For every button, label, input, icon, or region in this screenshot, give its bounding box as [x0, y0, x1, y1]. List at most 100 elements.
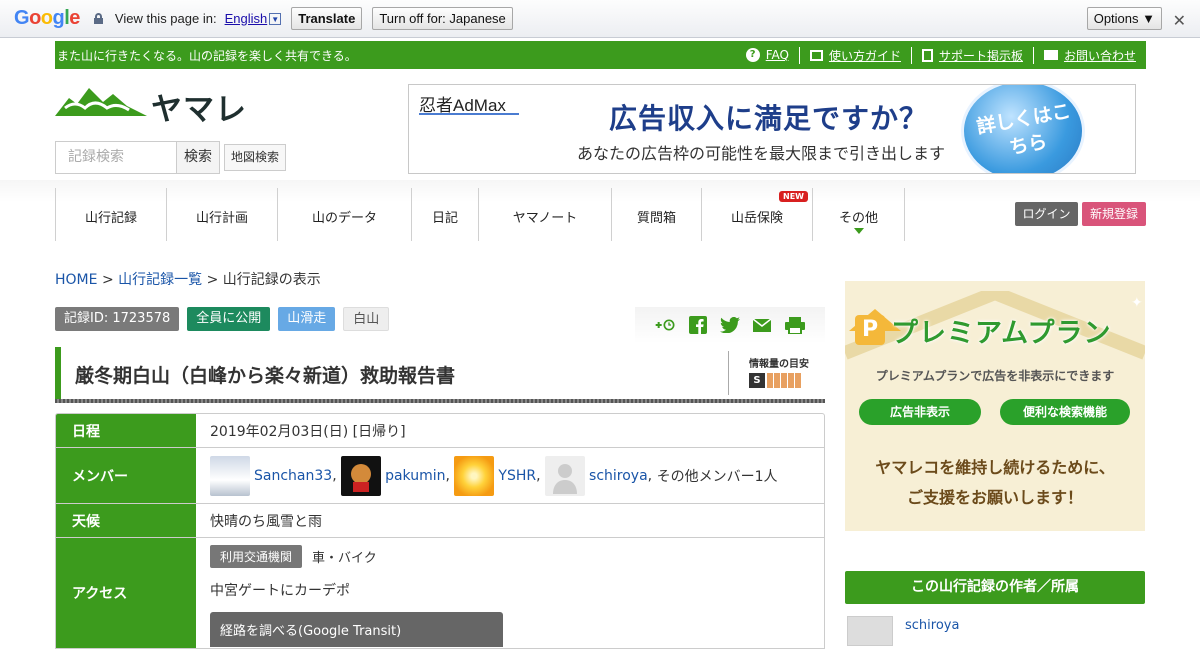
member-link[interactable]: pakumin [385, 468, 445, 484]
comma: , [332, 467, 342, 484]
weather-value: 快晴のち風雪と雨 [210, 513, 322, 530]
comma: , [445, 467, 455, 484]
author-link[interactable]: schiroya [905, 618, 959, 633]
schedule-label: 日程 [56, 414, 196, 447]
meter-bar [774, 373, 780, 388]
ad-cta-text: 詳しくはこちら [975, 100, 1073, 159]
options-button[interactable]: Options ▼ [1086, 7, 1162, 30]
meter-bar [781, 373, 787, 388]
signup-button[interactable]: 新規登録 [1082, 202, 1146, 226]
map-search-button[interactable]: 地図検索 [224, 144, 287, 171]
search-button[interactable]: 検索 [176, 141, 220, 174]
ad-cta-circle[interactable]: 詳しくはこちら [961, 85, 1085, 173]
premium-plan-banner[interactable]: ✦ P プレミアムプラン プレミアムプランで広告を非表示にできます 広告非表示 … [845, 281, 1145, 531]
info-level-grade: S [749, 373, 765, 388]
guide-link[interactable]: 使い方ガイド [829, 47, 901, 64]
info-level-label: 情報量の目安 [749, 359, 809, 370]
info-level-meter: S [749, 373, 802, 388]
weather-label: 天候 [56, 504, 196, 537]
premium-p-icon: P [855, 315, 885, 345]
member-link[interactable]: YSHR [498, 468, 536, 484]
meter-bar [795, 373, 801, 388]
site-logo[interactable]: ヤマレコ [55, 84, 260, 173]
language-select[interactable]: English [225, 11, 268, 26]
nav-item-mountain-data[interactable]: 山のデータ [278, 188, 412, 241]
breadcrumb-current: 山行記録の表示 [222, 272, 321, 288]
comma: , [536, 467, 546, 484]
visibility-badge: 全員に公開 [187, 307, 271, 331]
avatar[interactable] [545, 455, 586, 496]
book-icon [809, 49, 823, 61]
comma: , [647, 467, 657, 484]
avatar[interactable] [847, 616, 893, 646]
access-note: 中宮ゲートにカーデポ [210, 583, 350, 599]
faq-link[interactable]: FAQ [766, 48, 789, 62]
add-clock-icon[interactable] [655, 316, 675, 334]
premium-sub: プレミアムプランで広告を非表示にできます [875, 369, 1115, 383]
support-message-line: ご支援をお願いします！ [906, 488, 1083, 507]
turn-off-button[interactable]: Turn off for: Japanese [372, 7, 513, 30]
activity-type-badge[interactable]: 山滑走 [278, 307, 336, 331]
author-section-header: この山行記録の作者／所属 [845, 571, 1145, 604]
members-value: Sanchan33, pakumin, YSHR, schiroya, その他メ… [196, 448, 824, 503]
nav-item-records[interactable]: 山行記録 [56, 188, 167, 241]
translate-button[interactable]: Translate [291, 7, 363, 30]
translate-prompt: View this page in: [114, 11, 217, 26]
avatar[interactable] [454, 455, 495, 496]
table-row: メンバー Sanchan33, pakumin, YSHR, schiroya,… [56, 448, 824, 504]
nav-label: その他 [838, 211, 878, 226]
print-icon[interactable] [784, 316, 805, 334]
breadcrumb-home[interactable]: HOME [55, 272, 97, 288]
contact-link[interactable]: お問い合わせ [1064, 47, 1136, 64]
facebook-icon[interactable] [688, 316, 708, 334]
dropdown-arrow-icon[interactable]: ▼ [269, 12, 282, 25]
svg-text:✦: ✦ [1131, 295, 1143, 311]
nav-label: 日記 [431, 211, 458, 226]
clipboard-icon [921, 48, 933, 62]
info-level: 情報量の目安 S [728, 351, 828, 395]
breadcrumb: HOME > 山行記録一覧 > 山行記録の表示 [55, 269, 321, 289]
email-share-icon[interactable] [752, 316, 772, 334]
share-toolbar [635, 307, 825, 343]
nav-item-insurance[interactable]: 山岳保険 NEW [702, 188, 813, 241]
record-title-bar: 厳冬期白山（白峰から楽々新道）救助報告書 情報量の目安 S [55, 347, 825, 399]
support-message: ヤマレコを維持し続けるために、 ご支援をお願いします！ [845, 453, 1145, 513]
meter-bar [788, 373, 794, 388]
nav-item-yamanote[interactable]: ヤマノート [479, 188, 612, 241]
members-label: メンバー [56, 448, 196, 503]
support-board-link[interactable]: サポート掲示板 [939, 47, 1023, 64]
lock-icon [93, 13, 103, 24]
table-row: 日程 2019年02月03日(日) [日帰り] [56, 414, 824, 448]
search-feature-button[interactable]: 便利な検索機能 [1000, 399, 1130, 425]
author-row: schiroya [845, 614, 1145, 646]
premium-title: プレミアムプラン [891, 318, 1112, 349]
ad-banner[interactable]: 忍者AdMax 広告収入に満足ですか？ あなたの広告枠の可能性を最大限まで引き出… [408, 84, 1136, 174]
mountain-badge[interactable]: 白山 [343, 307, 390, 331]
record-search: 記録検索 検索 [55, 141, 220, 174]
record-id-badge: 記録ID: 1723578 [55, 307, 180, 331]
nav-item-plans[interactable]: 山行計画 [167, 188, 278, 241]
nav-item-questions[interactable]: 質問箱 [612, 188, 702, 241]
close-icon[interactable]: ✕ [1173, 11, 1186, 31]
member-link[interactable]: schiroya [589, 468, 648, 484]
avatar[interactable] [341, 455, 382, 496]
mail-icon [1043, 50, 1058, 60]
nav-label: 質問箱 [636, 211, 676, 226]
members-extra: その他メンバー1人 [656, 468, 778, 485]
meter-bar [767, 373, 773, 388]
breadcrumb-sep: > [206, 272, 219, 288]
ad-brand-underline [419, 113, 519, 115]
avatar[interactable] [210, 455, 250, 496]
search-input[interactable]: 記録検索 [55, 141, 176, 174]
hide-ads-button[interactable]: 広告非表示 [859, 399, 981, 425]
nav-item-other[interactable]: その他 [813, 188, 905, 241]
header-strip: また山に行きたくなる。山の記録を楽しく共有できる。 ? FAQ 使い方ガイド サポ… [55, 41, 1146, 69]
login-button[interactable]: ログイン [1015, 202, 1078, 226]
transport-badge: 利用交通機関 [210, 544, 303, 568]
chevron-down-icon [853, 228, 864, 234]
nav-label: 山行計画 [195, 211, 248, 226]
breadcrumb-list[interactable]: 山行記録一覧 [118, 272, 202, 288]
twitter-icon[interactable] [719, 316, 740, 334]
nav-item-diary[interactable]: 日記 [412, 188, 479, 241]
member-link[interactable]: Sanchan33 [254, 468, 332, 484]
